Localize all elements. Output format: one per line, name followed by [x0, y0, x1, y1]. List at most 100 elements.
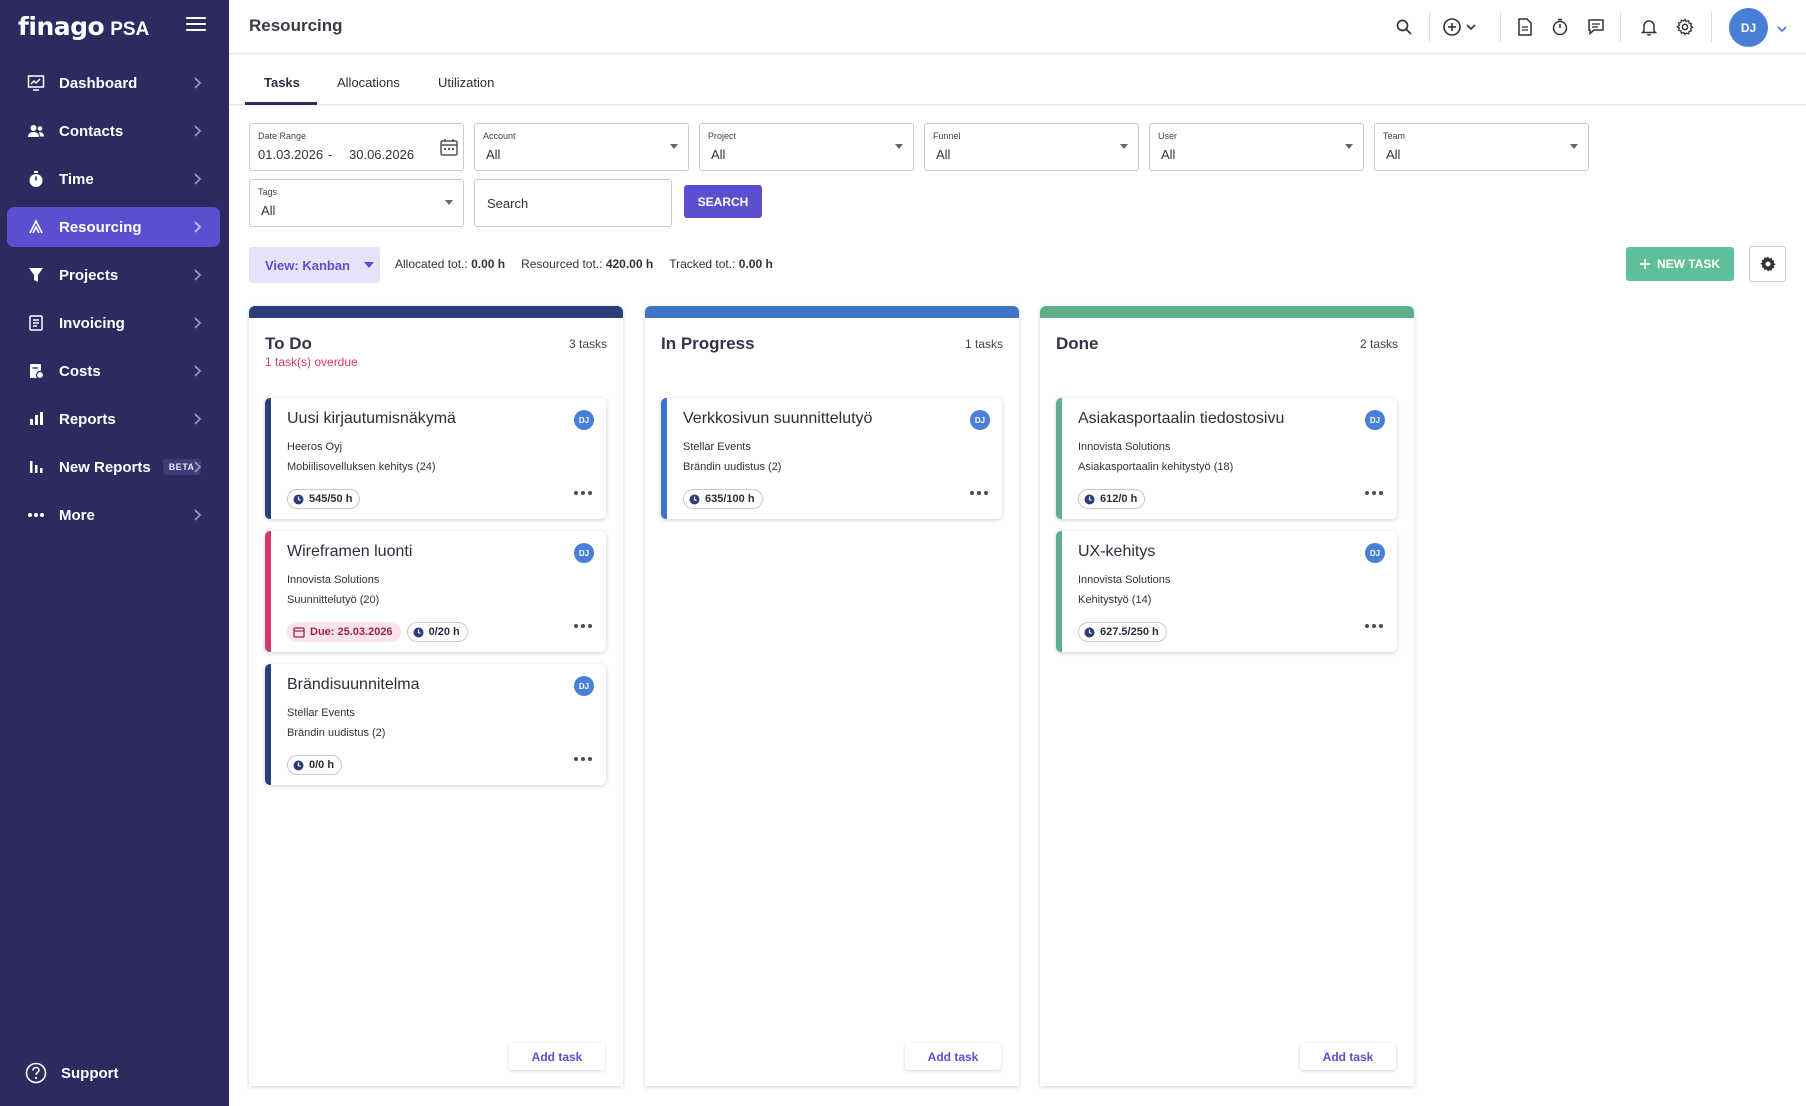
calendar-icon: [293, 627, 305, 638]
task-title: Verkkosivun suunnittelutyö: [683, 410, 873, 427]
header-divider: [1429, 12, 1430, 42]
more-options-icon[interactable]: [970, 491, 988, 495]
tab-utilization[interactable]: Utilization: [438, 75, 494, 90]
menu-toggle-icon[interactable]: [186, 17, 206, 35]
assignee-avatar[interactable]: DJ: [1365, 543, 1385, 563]
task-project: Suunnittelutyö (20): [287, 594, 380, 606]
sidebar-item-reports[interactable]: Reports: [7, 399, 220, 439]
sidebar-item-costs[interactable]: Costs: [7, 351, 220, 391]
sidebar-nav: Dashboard Contacts Time Resourcing Proje…: [7, 63, 220, 543]
sidebar-item-label: Contacts: [59, 122, 124, 140]
sidebar-item-invoicing[interactable]: Invoicing: [7, 303, 220, 343]
column-title: Done: [1056, 334, 1099, 353]
assignee-avatar[interactable]: DJ: [970, 410, 990, 430]
filter-value: All: [261, 203, 276, 218]
view-selector-button[interactable]: View: Kanban: [249, 247, 380, 283]
chevron-right-icon: [194, 125, 202, 137]
chevron-down-icon[interactable]: [1775, 18, 1789, 40]
sidebar-item-more[interactable]: More: [7, 495, 220, 535]
chevron-right-icon: [194, 413, 202, 425]
task-chips: 545/50 h: [287, 489, 361, 509]
sidebar-item-dashboard[interactable]: Dashboard: [7, 63, 220, 103]
add-task-button[interactable]: Add task: [905, 1043, 1001, 1070]
document-icon[interactable]: [1514, 16, 1536, 38]
filter-label: User: [1158, 131, 1178, 141]
task-account: Stellar Events: [287, 707, 355, 719]
hours-chip: 612/0 h: [1078, 489, 1146, 509]
sidebar-item-label: Dashboard: [59, 74, 138, 92]
task-chips: 635/100 h: [683, 489, 763, 509]
clock-icon: [689, 494, 700, 504]
filter-label: Date Range: [258, 131, 307, 141]
new-task-button[interactable]: NEW TASK: [1626, 247, 1734, 281]
active-tab-indicator: [245, 102, 317, 105]
calendar-icon[interactable]: [439, 137, 459, 157]
add-task-button[interactable]: Add task: [1300, 1043, 1396, 1070]
stopwatch-icon[interactable]: [1549, 16, 1571, 38]
finago-psa-logo[interactable]: finago PSA: [18, 12, 149, 42]
hours-chip: 0/0 h: [287, 755, 343, 775]
more-options-icon[interactable]: [574, 491, 592, 495]
column-task-count: 2 tasks: [1359, 337, 1398, 351]
task-card[interactable]: Brändisuunnitelma DJ Stellar Events Brän…: [265, 664, 606, 785]
tab-allocations[interactable]: Allocations: [337, 75, 400, 90]
hours-chip: 627.5/250 h: [1078, 622, 1167, 642]
task-title: Asiakasportaalin tiedostosivu: [1078, 410, 1285, 427]
more-options-icon[interactable]: [1365, 624, 1383, 628]
more-options-icon[interactable]: [1365, 491, 1383, 495]
user-filter[interactable]: User All: [1149, 123, 1364, 171]
sidebar-item-resourcing[interactable]: Resourcing: [7, 207, 220, 247]
team-filter[interactable]: Team All: [1374, 123, 1589, 171]
date-range-start[interactable]: 01.03.2026: [258, 147, 323, 162]
funnel-filter[interactable]: Funnel All: [924, 123, 1139, 171]
task-project: Asiakasportaalin kehitystyö (18): [1078, 461, 1234, 473]
column-overdue-notice: 1 task(s) overdue: [265, 355, 358, 369]
date-range-end[interactable]: 30.06.2026: [349, 147, 414, 162]
filter-label: Tags: [258, 187, 278, 197]
more-options-icon[interactable]: [574, 624, 592, 628]
column-title: In Progress: [661, 334, 755, 353]
assignee-avatar[interactable]: DJ: [574, 410, 594, 430]
sidebar-item-new-reports[interactable]: New Reports BETA: [7, 447, 220, 487]
chevron-right-icon: [194, 365, 202, 377]
board-settings-button[interactable]: [1749, 246, 1786, 282]
account-filter[interactable]: Account All: [474, 123, 689, 171]
logo-brand: finago: [18, 12, 105, 41]
task-card[interactable]: Asiakasportaalin tiedostosivu DJ Innovis…: [1056, 398, 1397, 519]
user-avatar[interactable]: DJ: [1729, 8, 1768, 47]
task-card[interactable]: Verkkosivun suunnittelutyö DJ Stellar Ev…: [661, 398, 1002, 519]
search-input[interactable]: [474, 179, 672, 227]
add-new-dropdown-icon[interactable]: [1442, 16, 1482, 38]
bell-icon[interactable]: [1638, 16, 1660, 38]
sidebar-item-time[interactable]: Time: [7, 159, 220, 199]
gear-icon[interactable]: [1674, 16, 1696, 38]
logo-product: PSA: [110, 19, 150, 40]
filter-value: All: [711, 147, 726, 162]
sidebar-item-projects[interactable]: Projects: [7, 255, 220, 295]
add-task-button[interactable]: Add task: [509, 1043, 605, 1070]
funnel-icon: [27, 266, 45, 284]
task-title: Brändisuunnitelma: [287, 676, 420, 693]
assignee-avatar[interactable]: DJ: [574, 676, 594, 696]
stopwatch-icon: [27, 170, 45, 188]
chat-icon[interactable]: [1585, 16, 1607, 38]
task-card[interactable]: Uusi kirjautumisnäkymä DJ Heeros Oyj Mob…: [265, 398, 606, 519]
task-card[interactable]: UX-kehitys DJ Innovista Solutions Kehity…: [1056, 531, 1397, 652]
sidebar-item-contacts[interactable]: Contacts: [7, 111, 220, 151]
new-task-label: NEW TASK: [1656, 257, 1721, 271]
more-options-icon[interactable]: [574, 757, 592, 761]
search-icon[interactable]: [1393, 16, 1415, 38]
tags-filter[interactable]: Tags All: [249, 179, 464, 227]
column-task-count: 3 tasks: [568, 337, 607, 351]
assignee-avatar[interactable]: DJ: [574, 543, 594, 563]
search-button[interactable]: SEARCH: [684, 185, 762, 218]
hours-chip: 635/100 h: [683, 489, 763, 509]
project-filter[interactable]: Project All: [699, 123, 914, 171]
tracked-total: Tracked tot.: 0.00 h: [669, 257, 773, 271]
date-range-filter[interactable]: Date Range 01.03.2026 - 30.06.2026: [249, 123, 464, 171]
support-link[interactable]: Support: [25, 1062, 119, 1084]
tab-tasks[interactable]: Tasks: [264, 75, 300, 90]
task-card[interactable]: Wireframen luonti DJ Innovista Solutions…: [265, 531, 606, 652]
caret-down-icon: [895, 144, 903, 149]
assignee-avatar[interactable]: DJ: [1365, 410, 1385, 430]
